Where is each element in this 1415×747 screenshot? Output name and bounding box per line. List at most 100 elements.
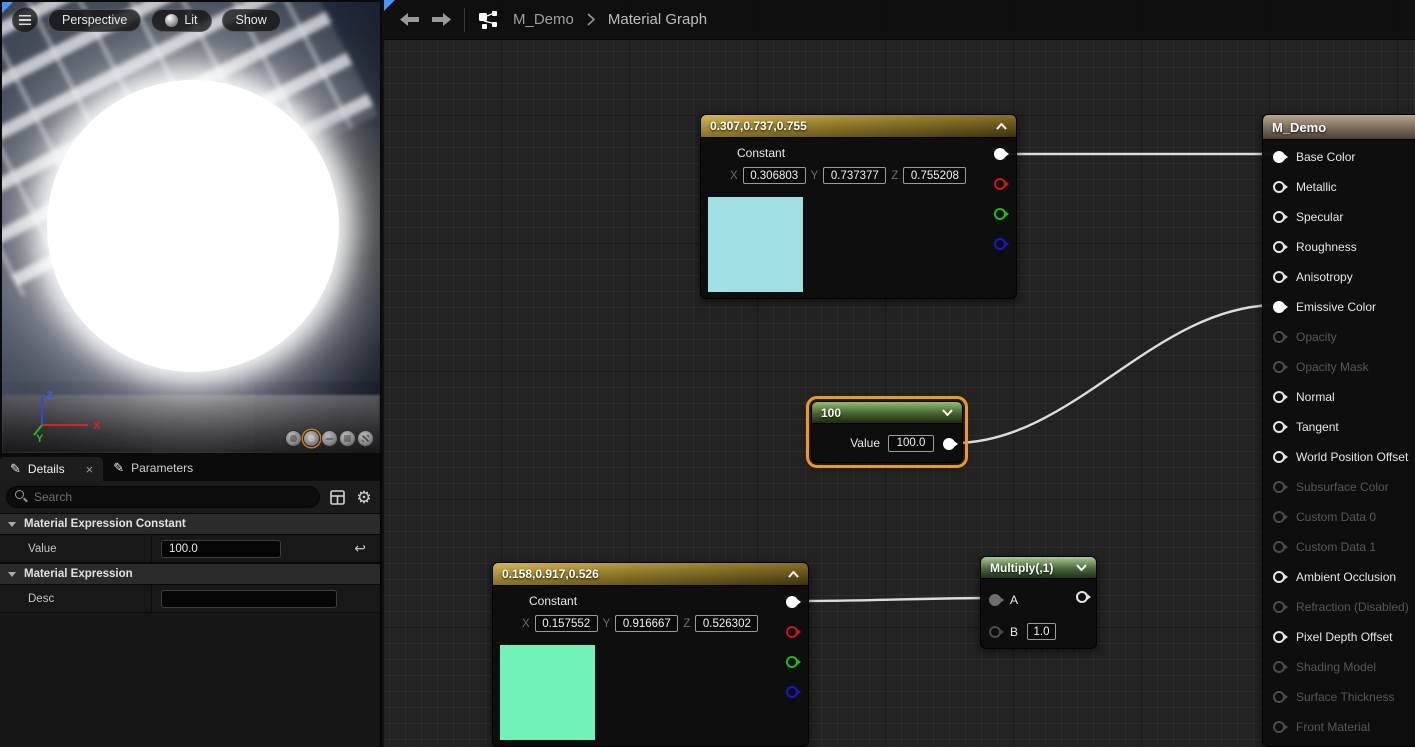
node-constant-scalar[interactable]: 100 Value xyxy=(811,401,963,463)
material-input-pin[interactable] xyxy=(1273,661,1285,673)
lit-mode-button[interactable]: Lit xyxy=(151,9,211,32)
material-input-pin[interactable] xyxy=(1273,271,1285,283)
material-input-pin[interactable] xyxy=(1273,601,1285,613)
input-pin-a[interactable] xyxy=(989,594,1001,606)
y-input[interactable] xyxy=(823,167,886,184)
chevron-up-icon[interactable] xyxy=(788,571,799,578)
scalar-value-input[interactable] xyxy=(888,435,934,452)
material-output-pin-row[interactable]: Base Color xyxy=(1263,142,1415,172)
output-pin-g[interactable] xyxy=(786,656,798,668)
desc-input[interactable] xyxy=(161,590,337,608)
tab-details[interactable]: ✎ Details × xyxy=(0,457,103,481)
preview-shape-cube-button[interactable] xyxy=(339,430,356,447)
reset-to-default-icon[interactable]: ↩ xyxy=(354,540,366,557)
forward-arrow-icon[interactable] xyxy=(432,13,451,26)
input-pin-b[interactable] xyxy=(989,626,1001,638)
material-output-pin-row[interactable]: Tangent xyxy=(1263,412,1415,442)
node-header[interactable]: Multiply(,1) xyxy=(981,557,1096,579)
material-input-pin[interactable] xyxy=(1273,361,1285,373)
node-header[interactable]: M_Demo xyxy=(1263,115,1415,140)
material-input-pin[interactable] xyxy=(1273,721,1285,733)
output-pin-b[interactable] xyxy=(786,686,798,698)
material-output-pin-row[interactable]: Anisotropy xyxy=(1263,262,1415,292)
material-output-pin-row[interactable]: Surface Thickness xyxy=(1263,682,1415,712)
material-output-pin-row[interactable]: Subsurface Color xyxy=(1263,472,1415,502)
material-input-pin[interactable] xyxy=(1273,181,1285,193)
material-output-pin-row[interactable]: Opacity Mask xyxy=(1263,352,1415,382)
preview-shape-cylinder-button[interactable] xyxy=(285,430,302,447)
material-input-pin[interactable] xyxy=(1273,631,1285,643)
z-input[interactable] xyxy=(695,615,758,632)
material-input-pin[interactable] xyxy=(1273,331,1285,343)
material-output-pin-row[interactable]: Custom Data 0 xyxy=(1263,502,1415,532)
chevron-up-icon[interactable] xyxy=(996,123,1007,130)
viewport-menu-button[interactable] xyxy=(12,7,38,33)
y-input[interactable] xyxy=(615,615,678,632)
section-material-expression[interactable]: Material Expression xyxy=(0,563,380,585)
section-material-expression-constant[interactable]: Material Expression Constant xyxy=(0,513,380,535)
material-output-pin-row[interactable]: Specular xyxy=(1263,202,1415,232)
node-constant3-top[interactable]: 0.307,0.737,0.755 Constant X Y Z xyxy=(700,114,1017,299)
x-input[interactable] xyxy=(535,615,598,632)
back-arrow-icon[interactable] xyxy=(400,13,419,26)
material-output-pin-row[interactable]: World Position Offset xyxy=(1263,442,1415,472)
breadcrumb-asset[interactable]: M_Demo xyxy=(513,11,574,28)
z-label: Z xyxy=(683,618,690,630)
material-input-pin[interactable] xyxy=(1273,691,1285,703)
material-input-pin[interactable] xyxy=(1273,571,1285,583)
output-pin[interactable] xyxy=(943,438,955,450)
output-pin-rgb[interactable] xyxy=(786,596,798,608)
output-pin-r[interactable] xyxy=(786,626,798,638)
preview-shape-plane-button[interactable] xyxy=(321,430,338,447)
material-input-pin[interactable] xyxy=(1273,301,1285,313)
node-constant3-bottom[interactable]: 0.158,0.917,0.526 Constant X Y Z xyxy=(492,562,809,747)
material-output-pin-row[interactable]: Ambient Occlusion xyxy=(1263,562,1415,592)
material-input-pin[interactable] xyxy=(1273,391,1285,403)
settings-gear-icon[interactable]: ⚙ xyxy=(354,487,374,507)
material-output-pin-row[interactable]: Refraction (Disabled) xyxy=(1263,592,1415,622)
preview-sphere-glowing[interactable] xyxy=(47,80,339,372)
material-output-pin-row[interactable]: Metallic xyxy=(1263,172,1415,202)
material-input-pin[interactable] xyxy=(1273,211,1285,223)
chevron-down-icon[interactable] xyxy=(942,409,953,416)
material-input-pin[interactable] xyxy=(1273,151,1285,163)
x-input[interactable] xyxy=(743,167,806,184)
material-output-pin-row[interactable]: Front Material xyxy=(1263,712,1415,742)
material-input-pin[interactable] xyxy=(1273,421,1285,433)
close-tab-icon[interactable]: × xyxy=(86,463,94,476)
show-button[interactable]: Show xyxy=(222,9,281,32)
output-pin-rgb[interactable] xyxy=(994,148,1006,160)
material-output-pin-row[interactable]: Pixel Depth Offset xyxy=(1263,622,1415,652)
search-input[interactable] xyxy=(6,486,320,508)
z-input[interactable] xyxy=(903,167,966,184)
output-pin-r[interactable] xyxy=(994,178,1006,190)
tab-parameters[interactable]: ✎ Parameters xyxy=(103,455,203,481)
material-output-pin-row[interactable]: Roughness xyxy=(1263,232,1415,262)
material-output-pin-row[interactable]: Opacity xyxy=(1263,322,1415,352)
node-header[interactable]: 0.158,0.917,0.526 xyxy=(493,563,808,586)
preview-shape-teapot-button[interactable] xyxy=(357,430,374,447)
material-output-pin-row[interactable]: Shading Model xyxy=(1263,652,1415,682)
material-input-pin[interactable] xyxy=(1273,511,1285,523)
material-output-pin-row[interactable]: Normal xyxy=(1263,382,1415,412)
node-multiply[interactable]: Multiply(,1) A B xyxy=(980,556,1097,649)
perspective-button[interactable]: Perspective xyxy=(48,9,141,32)
output-pin-g[interactable] xyxy=(994,208,1006,220)
material-input-pin[interactable] xyxy=(1273,481,1285,493)
material-output-pin-row[interactable]: Emissive Color xyxy=(1263,292,1415,322)
preview-shape-sphere-button[interactable] xyxy=(303,430,320,447)
display-filter-icon[interactable] xyxy=(327,487,347,507)
b-value-input[interactable] xyxy=(1027,623,1056,640)
output-pin-b[interactable] xyxy=(994,238,1006,250)
material-output-pin-row[interactable]: Custom Data 1 xyxy=(1263,532,1415,562)
output-pin[interactable] xyxy=(1076,591,1088,603)
node-header[interactable]: 100 xyxy=(812,402,962,424)
node-header[interactable]: 0.307,0.737,0.755 xyxy=(701,115,1016,138)
material-input-pin[interactable] xyxy=(1273,451,1285,463)
value-input[interactable] xyxy=(161,540,281,558)
chevron-down-icon[interactable] xyxy=(1076,564,1087,571)
node-material-result[interactable]: M_Demo Base Color Metallic Specular Roug… xyxy=(1262,114,1415,747)
material-graph-panel[interactable]: 0.307,0.737,0.755 Constant X Y Z xyxy=(384,0,1415,747)
material-input-pin[interactable] xyxy=(1273,541,1285,553)
material-input-pin[interactable] xyxy=(1273,241,1285,253)
